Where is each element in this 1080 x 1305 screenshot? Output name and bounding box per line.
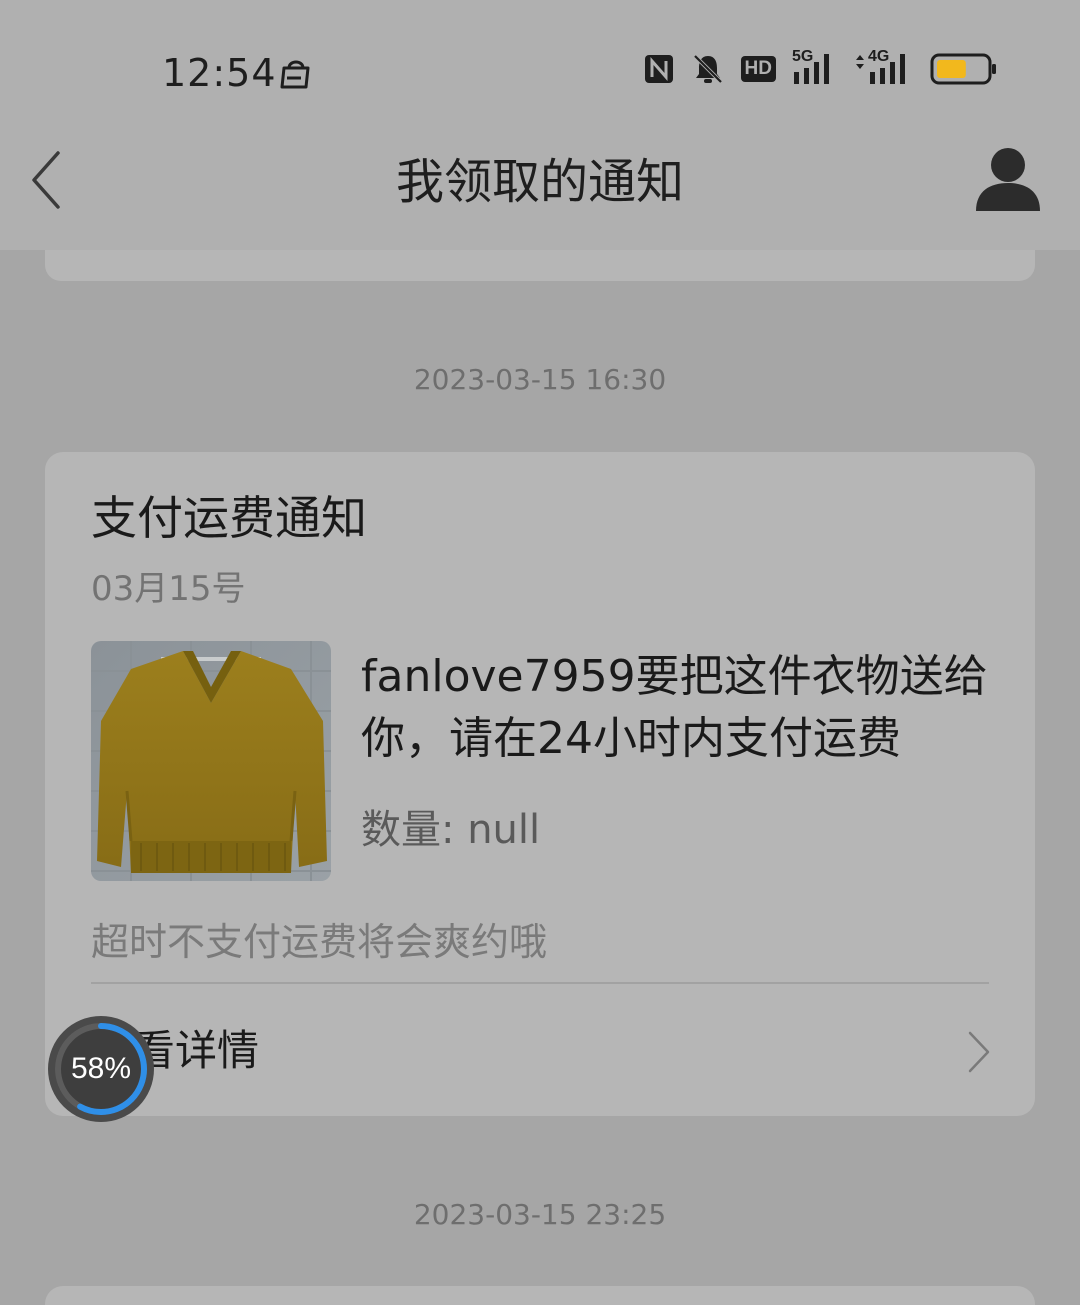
notification-timestamp: 2023-03-15 16:30 [413, 363, 667, 396]
notification-timestamp-2: 2023-03-15 23:25 [413, 1198, 667, 1231]
signal-4g-label: 4G [868, 48, 890, 65]
status-time: 12:54 [162, 51, 277, 95]
sweater-image [91, 641, 331, 881]
next-notification-card[interactable] [45, 1286, 1035, 1305]
quantity-text: 数量: null [361, 807, 541, 853]
chevron-right-icon [968, 1031, 990, 1073]
signal-4g-icon: 4G [854, 48, 914, 86]
bell-muted-icon [693, 54, 722, 84]
page-title: 我领取的通知 [395, 154, 684, 210]
profile-button[interactable] [972, 143, 1044, 215]
progress-percent: 58% [70, 1052, 132, 1085]
timeout-warning: 超时不支付运费将会爽约哦 [91, 920, 548, 964]
status-icons: HD 5G 4G [643, 48, 998, 86]
notification-date: 03月15号 [91, 569, 246, 609]
nfc-icon [644, 55, 673, 83]
hd-label: HD [744, 58, 772, 79]
hd-voice-icon: HD [740, 56, 776, 82]
shopping-bag-icon [280, 60, 310, 89]
app-header: 12:54 HD 5G 4G 我领取的通知 [0, 0, 1080, 250]
view-details-button[interactable]: 查看详情 [45, 984, 1035, 1116]
previous-notification-card[interactable] [45, 250, 1035, 281]
notification-title: 支付运费通知 [91, 491, 367, 545]
sweater-thumbnail[interactable] [91, 641, 331, 881]
notification-card: 支付运费通知 03月15号 fanlove7959要把这件衣物送给你，请在24小… [45, 452, 1035, 1116]
user-icon [976, 148, 1040, 211]
notification-message: fanlove7959要把这件衣物送给你，请在24小时内支付运费 [361, 651, 988, 764]
progress-badge[interactable]: 58% [46, 1014, 156, 1124]
battery-icon [930, 53, 996, 85]
signal-5g-icon: 5G [792, 48, 838, 86]
